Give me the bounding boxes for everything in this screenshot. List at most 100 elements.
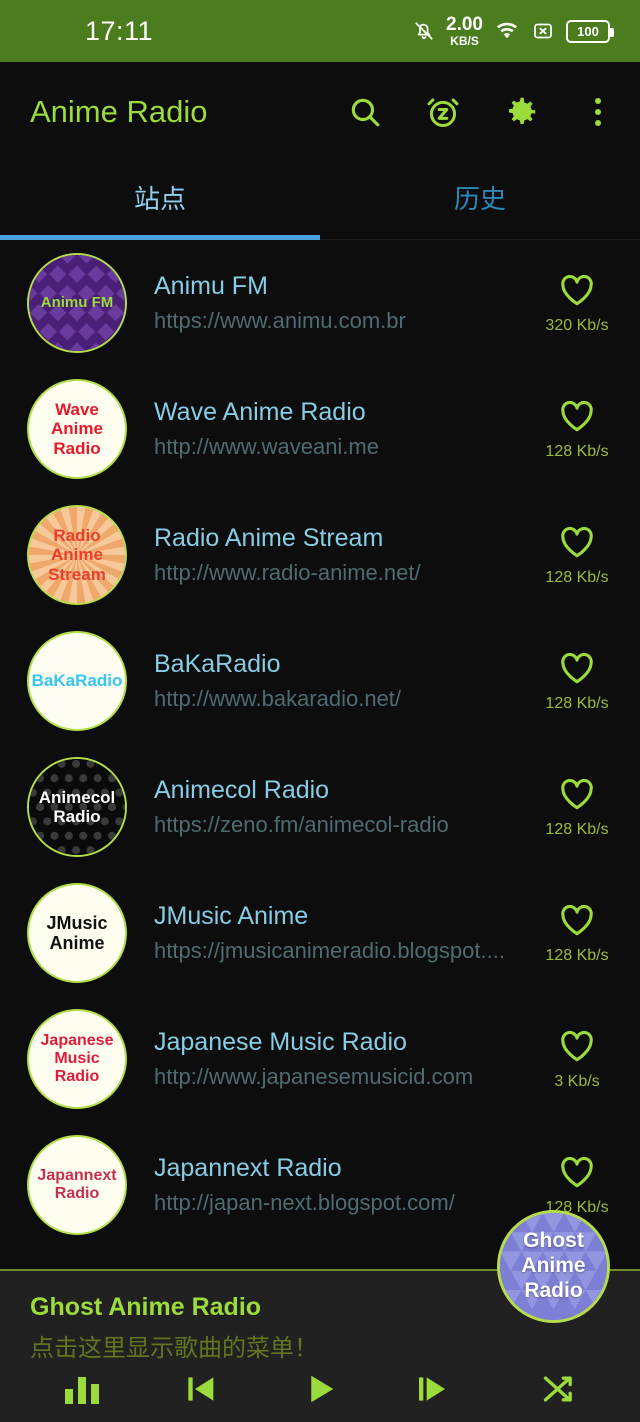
station-list[interactable]: Animu FM Animu FM https://www.animu.com.… <box>0 240 640 1248</box>
station-avatar-line: Japanese <box>40 1032 114 1050</box>
overflow-dot <box>595 98 601 104</box>
status-bar-icons: 2.00 KB/S 100 <box>413 15 614 47</box>
favorite-heart-icon[interactable] <box>557 272 597 313</box>
station-avatar-line: Anime <box>49 933 105 953</box>
station-avatar-line: Radio <box>53 807 101 826</box>
favorite-heart-icon[interactable] <box>557 776 597 817</box>
equalizer-bars <box>64 1374 99 1404</box>
station-info[interactable]: JMusic Anime https://jmusicanimeradio.bl… <box>127 902 534 964</box>
station-info[interactable]: BaKaRadio http://www.bakaradio.net/ <box>127 650 534 712</box>
station-avatar[interactable]: Animu FM <box>27 253 127 353</box>
station-avatar-line: BaKaRadio <box>31 671 123 691</box>
station-avatar-line: Anime <box>51 545 103 565</box>
station-url: http://www.waveani.me <box>154 434 379 459</box>
station-row[interactable]: JMusic Anime JMusic Anime https://jmusica… <box>0 870 640 996</box>
equalizer-bar <box>64 1388 73 1404</box>
station-avatar[interactable]: JMusic Anime <box>27 883 127 983</box>
shuffle-icon[interactable] <box>526 1363 590 1415</box>
station-url: http://www.radio-anime.net/ <box>154 560 421 585</box>
station-meta: 128 Kb/s <box>534 650 620 713</box>
station-info[interactable]: Japanese Music Radio http://www.japanese… <box>127 1028 534 1090</box>
station-row[interactable]: Radio Anime Stream Radio Anime Stream http… <box>0 492 640 618</box>
favorite-heart-icon[interactable] <box>557 902 597 943</box>
station-url: https://www.animu.com.br <box>154 308 406 333</box>
station-meta: 3 Kb/s <box>534 1028 620 1091</box>
station-avatar-line: Animu FM <box>40 293 114 311</box>
settings-gear-icon[interactable] <box>500 91 542 133</box>
station-bitrate: 3 Kb/s <box>554 1072 600 1090</box>
station-bitrate: 128 Kb/s <box>545 442 609 460</box>
station-bitrate: 128 Kb/s <box>545 946 609 964</box>
player-controls <box>0 1355 640 1422</box>
station-row[interactable]: Animu FM Animu FM https://www.animu.com.… <box>0 240 640 366</box>
station-name: BaKaRadio <box>154 650 281 678</box>
station-info[interactable]: Japannext Radio http://japan-next.blogsp… <box>127 1154 534 1216</box>
station-name: JMusic Anime <box>154 902 309 930</box>
search-icon[interactable] <box>344 91 386 133</box>
station-row[interactable]: Wave Anime Radio Wave Anime Radio http://w… <box>0 366 640 492</box>
sleep-timer-icon[interactable] <box>422 91 464 133</box>
station-bitrate: 128 Kb/s <box>545 568 609 586</box>
notifications-off-icon <box>413 19 435 43</box>
status-bar-clock: 17:11 <box>85 15 154 46</box>
play-icon[interactable] <box>288 1363 352 1415</box>
tab-history[interactable]: 历史 <box>320 162 640 240</box>
wifi-icon <box>494 19 520 43</box>
station-avatar-line: JMusic <box>46 912 108 933</box>
network-speed-value: 2.00 <box>446 14 483 35</box>
station-meta: 128 Kb/s <box>534 1154 620 1217</box>
network-speed-indicator: 2.00 KB/S <box>446 15 483 47</box>
favorite-heart-icon[interactable] <box>557 1028 597 1069</box>
station-meta: 320 Kb/s <box>534 272 620 335</box>
station-row[interactable]: Animecol Radio Animecol Radio https://zen… <box>0 744 640 870</box>
tab-bar: 站点 历史 <box>0 162 640 240</box>
station-avatar[interactable]: Japannext Radio <box>27 1135 127 1235</box>
station-bitrate: 320 Kb/s <box>545 316 609 334</box>
favorite-heart-icon[interactable] <box>557 398 597 439</box>
station-avatar-line: Anime <box>51 419 103 439</box>
favorite-heart-icon[interactable] <box>557 650 597 691</box>
overflow-dot <box>595 109 601 115</box>
station-avatar-line: Radio <box>53 438 101 458</box>
next-track-icon[interactable] <box>407 1363 471 1415</box>
favorite-heart-icon[interactable] <box>557 524 597 565</box>
app-bar-actions <box>344 91 618 133</box>
app-bar: Anime Radio <box>0 62 640 162</box>
tab-stations[interactable]: 站点 <box>0 162 320 240</box>
station-avatar-line: Music <box>54 1050 100 1068</box>
battery-level-text: 100 <box>577 23 599 39</box>
equalizer-icon[interactable] <box>50 1363 114 1415</box>
station-avatar[interactable]: Animecol Radio <box>27 757 127 857</box>
status-bar: 17:11 2.00 KB/S 100 <box>0 0 640 62</box>
station-avatar-line: Radio <box>54 1185 100 1202</box>
favorite-heart-icon[interactable] <box>557 1154 597 1195</box>
station-avatar[interactable]: Wave Anime Radio <box>27 379 127 479</box>
station-bitrate: 128 Kb/s <box>545 820 609 838</box>
now-playing-avatar[interactable]: Ghost Anime Radio <box>497 1210 610 1323</box>
previous-track-icon[interactable] <box>169 1363 233 1415</box>
station-name: Radio Anime Stream <box>154 524 384 552</box>
station-name: Wave Anime Radio <box>154 398 366 426</box>
station-url: http://www.japanesemusicid.com <box>154 1064 474 1089</box>
station-avatar-line: Radio <box>54 1067 100 1085</box>
now-playing-avatar-line: Anime <box>521 1254 586 1278</box>
station-avatar[interactable]: Radio Anime Stream <box>27 505 127 605</box>
app-root: 17:11 2.00 KB/S 100 Anime Radio 站点 历史 An… <box>0 0 640 1422</box>
station-info[interactable]: Wave Anime Radio http://www.waveani.me <box>127 398 534 460</box>
station-info[interactable]: Radio Anime Stream http://www.radio-anim… <box>127 524 534 586</box>
equalizer-bar <box>77 1376 86 1404</box>
station-avatar[interactable]: Japanese Music Radio <box>27 1009 127 1109</box>
station-row[interactable]: BaKaRadio BaKaRadio http://www.bakaradio… <box>0 618 640 744</box>
page-title: Anime Radio <box>30 94 208 129</box>
equalizer-bar <box>90 1383 99 1404</box>
station-info[interactable]: Animu FM https://www.animu.com.br <box>127 272 534 334</box>
station-name: Japannext Radio <box>154 1154 342 1182</box>
station-avatar[interactable]: BaKaRadio <box>27 631 127 731</box>
station-info[interactable]: Animecol Radio https://zeno.fm/animecol-… <box>127 776 534 838</box>
station-row[interactable]: Japanese Music Radio Japanese Music Radio … <box>0 996 640 1122</box>
overflow-menu-icon[interactable] <box>578 98 618 126</box>
station-meta: 128 Kb/s <box>534 902 620 965</box>
station-name: Japanese Music Radio <box>154 1028 407 1056</box>
station-url: https://zeno.fm/animecol-radio <box>154 812 449 837</box>
station-meta: 128 Kb/s <box>534 398 620 461</box>
